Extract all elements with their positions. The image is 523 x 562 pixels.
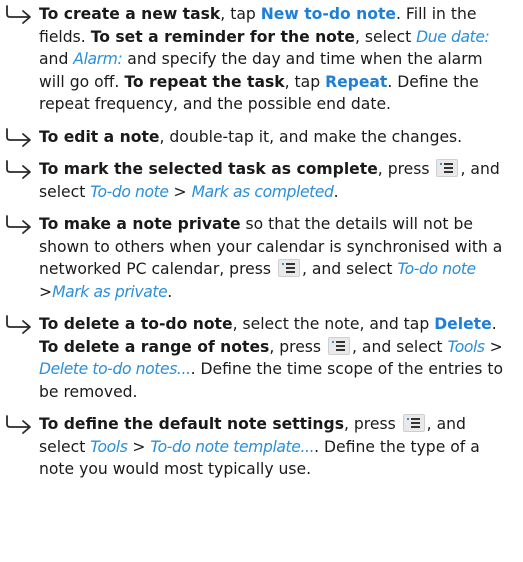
- menu-path: Tools: [447, 337, 486, 356]
- hooked-arrow-icon: [5, 315, 35, 335]
- body-text: .: [167, 282, 173, 301]
- body-text: , press: [269, 337, 326, 356]
- body-text: , double-tap it, and make the changes.: [159, 127, 463, 146]
- instruction-heading: To set a reminder for the note: [90, 27, 355, 46]
- menu-key-icon: [436, 159, 459, 177]
- body-text: .: [333, 182, 339, 201]
- instruction-item: To create a new task, tap New to-do note…: [5, 3, 509, 116]
- body-text: , select: [354, 27, 417, 46]
- body-text: , and select: [352, 337, 448, 356]
- body-text: >: [484, 337, 503, 356]
- command-label: Delete: [434, 315, 492, 333]
- instruction-heading: To delete a range of notes: [39, 337, 270, 356]
- instruction-item: To mark the selected task as complete, p…: [5, 158, 509, 203]
- menu-key-icon: [328, 336, 350, 355]
- hooked-arrow-icon: [5, 415, 35, 435]
- hooked-arrow-icon: [5, 160, 35, 180]
- body-text: >: [168, 182, 192, 201]
- body-text: , and select: [301, 260, 398, 278]
- hooked-arrow-icon: [5, 127, 35, 148]
- instruction-item: To edit a note, double-tap it, and make …: [5, 126, 509, 149]
- command-label: Repeat: [325, 72, 388, 91]
- body-text: >: [127, 437, 151, 456]
- instruction-list: To create a new task, tap New to-do note…: [0, 0, 523, 481]
- body-text: and: [39, 50, 74, 68]
- body-text: , select the note, and tap: [232, 315, 435, 333]
- menu-path: Due date:: [416, 27, 490, 46]
- command-label: New to-do note: [260, 5, 396, 23]
- menu-key-icon: [402, 414, 425, 432]
- menu-path: To-do note: [90, 182, 169, 201]
- instruction-item: To make a note private so that the detai…: [5, 213, 509, 303]
- body-text: , tap: [220, 5, 261, 23]
- body-text: >: [39, 282, 53, 301]
- menu-path: Delete to-do notes...: [39, 360, 191, 378]
- instruction-heading: To mark the selected task as complete: [39, 160, 378, 178]
- menu-path: Alarm:: [73, 50, 123, 68]
- instruction-heading: To create a new task: [39, 5, 221, 23]
- instruction-heading: To delete a to-do note: [39, 315, 233, 333]
- menu-path: To-do note template...: [150, 437, 315, 456]
- instruction-heading: To edit a note: [39, 127, 160, 146]
- hooked-arrow-icon: [5, 5, 35, 25]
- body-text: , press: [377, 160, 435, 178]
- body-text: , press: [343, 415, 401, 433]
- instruction-item: To delete a to-do note, select the note,…: [5, 313, 509, 403]
- instruction-heading: To define the default note settings: [39, 415, 344, 433]
- menu-path: Mark as private: [52, 282, 168, 301]
- instruction-item: To define the default note settings, pre…: [5, 413, 509, 481]
- body-text: .: [491, 315, 497, 333]
- menu-path: Tools: [90, 437, 128, 456]
- menu-key-icon: [277, 259, 300, 277]
- menu-path: Mark as completed: [191, 182, 334, 201]
- instruction-heading: To make a note private: [39, 215, 241, 233]
- instruction-heading: To repeat the task: [124, 72, 285, 91]
- hooked-arrow-icon: [5, 215, 35, 235]
- menu-path: To-do note: [397, 260, 476, 278]
- body-text: , tap: [284, 72, 326, 91]
